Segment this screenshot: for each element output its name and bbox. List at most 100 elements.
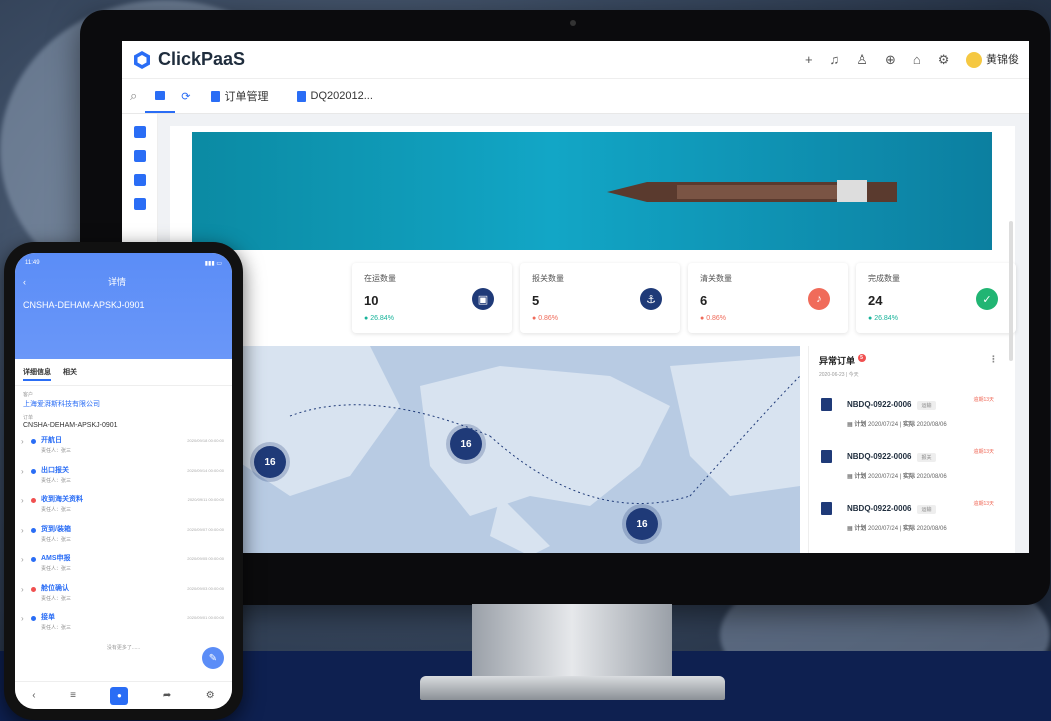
user-menu[interactable]: 黄锦俊 [966,51,1019,68]
stat-change: ● 0.86% [532,315,559,322]
overdue-label: 逾期13天 [973,501,994,507]
chevron-right-icon: › [21,466,24,476]
plan-date: 2020/07/24 [868,422,899,428]
timeline-item[interactable]: › 收到海关资料 责任人：张三 2020/09/11 00:00:00 [15,494,232,524]
back-icon[interactable]: ‹ [32,690,35,701]
tab-home[interactable] [145,79,176,113]
tab-order-management[interactable]: 订单管理 [197,79,283,113]
world-map[interactable]: 16 16 16 [170,346,800,553]
signal-icon: ▮▮▮ ▭ [204,261,222,267]
abnormal-order-item[interactable]: NBDQ-0922-0006 报关 逾期13天 ▦ 计划 2020/07/24 | 实… [819,446,998,482]
mic-icon[interactable]: ● [110,686,129,705]
settings-icon[interactable]: ⚙ [206,690,215,701]
bell-icon: ♪ [808,288,830,310]
stat-title: 在运数量 [364,274,396,283]
more-icon[interactable]: ⋮ [989,354,998,365]
sidebar-item-icon[interactable] [133,150,146,162]
stat-change: ● 26.84% [868,315,898,322]
shipment-code: CNSHA-DEHAM-APSKJ-0901 [23,300,145,310]
top-bar: ClickPaaS + ♫ ♙ ⊕ ⌂ ⚙ 黄锦俊 [122,41,1029,78]
add-icon[interactable]: + [805,52,813,67]
timeline-item[interactable]: › 出口报关 责任人：张三 2020/09/14 00:00:00 [15,465,232,495]
order-tag: 报关 [917,453,936,462]
app-name: ClickPaaS [158,49,246,69]
shirt-icon[interactable]: ⌂ [913,52,921,67]
edit-fab-button[interactable]: ✎ [202,647,224,669]
map-cluster[interactable]: 16 [626,508,658,540]
stat-card[interactable]: 清关数量 6 ● 0.86% ♪ [688,263,848,333]
stat-title: 完成数量 [868,274,900,283]
timeline-date: 2020/09/14 00:00:00 [187,467,224,473]
actual-label: 实际 [902,474,915,480]
timeline-item[interactable]: › 接单 责任人：张三 2020/09/01 00:00:00 [15,612,232,642]
stat-card[interactable]: 完成数量 24 ● 26.84% ✓ [856,263,1016,333]
customer-label: 客户 [23,392,34,398]
stat-change: ● 26.84% [364,315,394,322]
user-group-icon[interactable]: ♙ [856,52,868,68]
gear-icon[interactable]: ⚙ [938,52,950,68]
map-cluster[interactable]: 16 [450,428,482,460]
panel-date: 2020-06-23 | 今天 [819,372,859,378]
plan-label: 计划 [854,422,867,428]
monitor-stand [472,604,672,679]
order-tag: 运输 [917,505,936,514]
timeline-owner: 责任人：张三 [41,477,72,484]
abnormal-order-item[interactable]: NBDQ-0922-0006 运输 逾期13天 ▦ 计划 2020/07/24 | 实… [819,394,998,430]
tab-label: 订单管理 [224,91,269,103]
abnormal-order-item[interactable]: NBDQ-0922-0006 运输 逾期13天 ▦ 计划 2020/07/24 | 实… [819,498,998,534]
order-dates: ▦ 计划 2020/07/24 | 实际 2020/08/06 [847,422,947,428]
monitor-base [420,676,725,700]
document-icon [821,502,832,515]
stat-title: 清关数量 [700,274,732,283]
ship-banner [192,132,992,250]
order-dates: ▦ 计划 2020/07/24 | 实际 2020/08/06 [847,474,947,480]
list-icon[interactable]: ≡ [70,690,76,701]
customer-value[interactable]: 上海爱湃斯科技有限公司 [15,398,232,409]
status-dot [31,527,36,533]
timeline-item[interactable]: › 货到/装箱 责任人：张三 2020/09/07 00:00:00 [15,524,232,554]
tab-order-detail[interactable]: DQ202012... [283,79,387,113]
timeline-owner: 责任人：张三 [41,507,72,513]
document-icon [821,398,832,411]
sidebar-item-icon[interactable] [133,174,146,186]
stat-card[interactable]: 在运数量 10 ● 26.84% ▣ [352,263,512,333]
plan-label: 计划 [854,474,867,480]
timeline-date: 2020/09/07 00:00:00 [187,526,224,532]
scrollbar[interactable] [1009,221,1013,361]
stats-row: 在运数量 10 ● 26.84% ▣ 报关数量 5 ● 0.86% ⚓ 清关数量 6 ● 0.86%… [170,263,1016,333]
avatar [966,51,983,68]
tab-details[interactable]: 详细信息 [23,367,51,381]
phone-screen: 11:49 ▮▮▮ ▭ ‹ 详情 CNSHA-DEHAM-APSKJ-0901 详细… [15,253,232,709]
stat-card[interactable]: 报关数量 5 ● 0.86% ⚓ [520,263,680,333]
timeline-item[interactable]: › 舱位确认 责任人：张三 2020/09/03 00:00:00 [15,583,232,613]
timeline-item[interactable]: › AMS申报 责任人：张三 2020/09/05 00:00:00 [15,553,232,583]
chevron-right-icon: › [21,437,24,446]
home-icon [155,90,166,100]
panel-title-text: 异常订单 [819,356,856,366]
timeline-owner: 责任人：张三 [41,448,72,454]
map-cluster[interactable]: 16 [254,446,286,478]
bell-icon[interactable]: ♫ [830,52,840,67]
status-dot [31,468,36,474]
plan-date: 2020/07/24 [868,526,899,532]
share-icon[interactable]: ➦ [163,690,171,701]
timeline-date: 2020/09/03 00:00:00 [187,585,224,591]
chevron-right-icon: › [21,525,24,535]
timeline-owner: 责任人：张三 [41,536,72,543]
status-dot [31,439,36,444]
overdue-label: 逾期13天 [973,397,994,403]
sidebar-item-icon[interactable] [133,126,146,138]
search-icon[interactable]: ⌕ [122,79,145,113]
tab-related[interactable]: 相关 [63,367,77,381]
sidebar-item-icon[interactable] [133,198,146,210]
phone-title: 详情 [107,277,126,287]
plan-label: 计划 [854,526,867,532]
ship-image [607,180,897,202]
timeline-item[interactable]: › 开航日 责任人：张三 2020/09/18 00:00:00 [15,435,232,465]
stat-change-value: 0.86% [538,315,559,322]
status-dot [31,557,36,562]
app-logo[interactable]: ClickPaaS [132,49,245,70]
dashboard-content: 在运数量 10 ● 26.84% ▣ 报关数量 5 ● 0.86% ⚓ 清关数量 6 ● 0.86%… [170,126,1016,553]
refresh-icon[interactable]: ⟳ [175,79,196,113]
globe-icon[interactable]: ⊕ [885,52,896,68]
